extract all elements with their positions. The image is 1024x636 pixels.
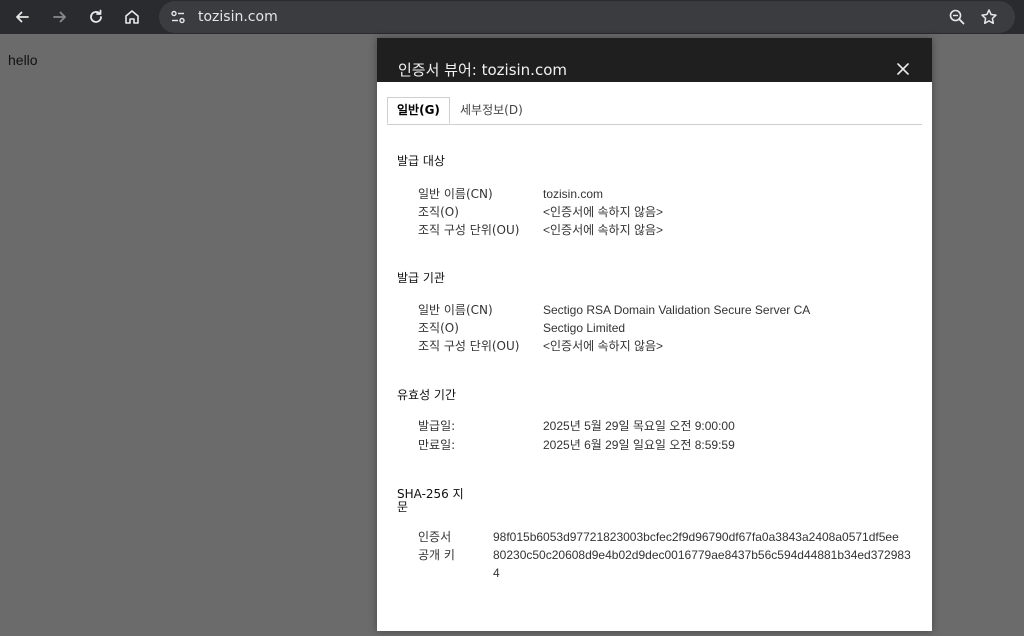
issued-to-title: 발급 대상: [397, 154, 445, 168]
field-value: 2025년 5월 29일 목요일 오전 9:00:00: [543, 419, 735, 433]
field-label: 조직(O): [418, 205, 459, 219]
zoom-icon[interactable]: [945, 5, 969, 29]
back-arrow-icon[interactable]: [10, 5, 34, 29]
field-label: 조직 구성 단위(OU): [418, 339, 520, 353]
tab-details[interactable]: 세부정보(D): [451, 98, 532, 123]
field-label: 일반 이름(CN): [418, 187, 493, 201]
field-label: 일반 이름(CN): [418, 303, 493, 317]
field-value: Sectigo Limited: [543, 321, 626, 335]
page-body-text: hello: [8, 52, 38, 68]
fingerprints-title-line2: 문: [397, 500, 409, 514]
field-value: <인증서에 속하지 않음>: [543, 205, 664, 219]
url-text[interactable]: tozisin.com: [198, 8, 278, 26]
forward-arrow-icon[interactable]: [48, 5, 72, 29]
dialog-title: 인증서 뷰어: tozisin.com: [398, 61, 567, 79]
fingerprint-value: 98f015b6053d97721823003bcfec2f9d96790df6…: [493, 530, 899, 544]
browser-toolbar: tozisin.com: [0, 0, 1024, 34]
issued-by-title: 발급 기관: [397, 271, 445, 285]
close-icon: [897, 63, 909, 75]
field-value: tozisin.com: [543, 187, 604, 201]
field-label: 조직 구성 단위(OU): [418, 223, 520, 237]
home-icon[interactable]: [120, 5, 144, 29]
field-label: 조직(O): [418, 321, 459, 335]
field-label: 발급일:: [418, 419, 456, 433]
fingerprint-value: 80230c50c20608d9e4b02d9dec0016779ae8437b…: [493, 548, 911, 580]
certificate-viewer-dialog: 인증서 뷰어: tozisin.com 일반(G) 세부정보(D) 발급 대상 …: [377, 38, 932, 631]
fingerprints-title-line1: SHA-256 지: [397, 487, 464, 501]
site-info-icon[interactable]: [167, 5, 189, 29]
field-value: Sectigo RSA Domain Validation Secure Ser…: [543, 303, 811, 317]
dialog-tabs: 일반(G) 세부정보(D): [387, 97, 922, 125]
close-button[interactable]: [893, 59, 913, 79]
field-value: 2025년 6월 29일 일요일 오전 8:59:59: [543, 438, 735, 452]
field-label: 만료일:: [418, 438, 456, 452]
fingerprint-label: 공개 키: [418, 548, 455, 562]
fingerprint-label: 인증서: [418, 530, 452, 544]
field-value: <인증서에 속하지 않음>: [543, 339, 664, 353]
address-bar[interactable]: tozisin.com: [159, 1, 1015, 33]
reload-icon[interactable]: [84, 5, 108, 29]
tab-general[interactable]: 일반(G): [387, 97, 450, 124]
dialog-header: 인증서 뷰어: tozisin.com: [377, 38, 932, 82]
field-value: <인증서에 속하지 않음>: [543, 223, 664, 237]
star-icon[interactable]: [977, 5, 1001, 29]
validity-title: 유효성 기간: [397, 388, 457, 402]
